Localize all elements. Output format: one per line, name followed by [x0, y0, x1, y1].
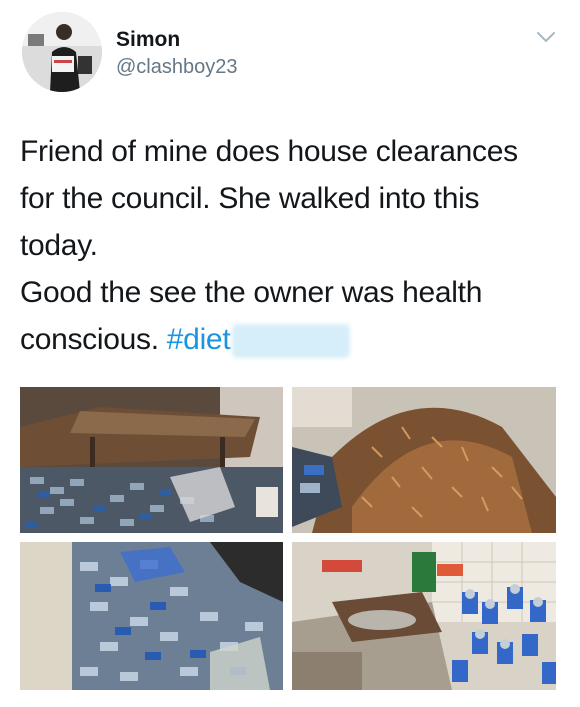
- display-name[interactable]: Simon: [116, 28, 180, 52]
- tweet-text: Friend of mine does house clearances for…: [20, 128, 565, 363]
- avatar[interactable]: [22, 12, 102, 92]
- tweet-line: for the council. She walked into this: [20, 182, 480, 215]
- tweet-line: conscious.: [20, 323, 159, 356]
- tweet-line: Good the see the owner was health: [20, 276, 483, 309]
- photo-cans-kitchen[interactable]: [292, 542, 556, 690]
- avatar-photo: [22, 12, 102, 92]
- chevron-down-icon[interactable]: [536, 30, 556, 44]
- photo-cans-table[interactable]: [20, 387, 283, 533]
- tweet-line: today.: [20, 229, 98, 262]
- hashtag-link[interactable]: #diet: [167, 323, 231, 356]
- photo-cans-floor[interactable]: [20, 542, 283, 690]
- blurred-text: [232, 324, 351, 359]
- tweet-line-last: conscious. #diet: [20, 316, 565, 363]
- photo-grid: [20, 387, 556, 690]
- tweet-line: Friend of mine does house clearances: [20, 135, 518, 168]
- user-handle[interactable]: @clashboy23: [116, 56, 237, 79]
- photo-cigarette-pile[interactable]: [292, 387, 556, 533]
